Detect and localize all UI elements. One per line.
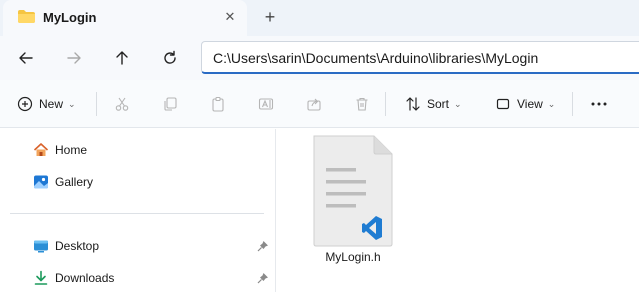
paste-icon (212, 96, 224, 112)
sidebar-item-downloads[interactable]: Downloads (33, 267, 114, 289)
cut-button[interactable] (114, 92, 130, 116)
arrow-right-icon[interactable] (61, 45, 87, 71)
divider (572, 92, 573, 116)
share-icon (307, 98, 321, 111)
more-button[interactable] (590, 92, 608, 116)
desktop-icon (34, 240, 48, 253)
home-icon (33, 143, 49, 156)
new-label: New (39, 97, 64, 111)
sidebar-item-gallery[interactable]: Gallery (33, 171, 93, 193)
more-icon (591, 102, 607, 106)
view-icon (496, 98, 510, 110)
rename-button[interactable] (258, 92, 274, 116)
pin-icon[interactable] (257, 240, 269, 252)
tab-title: MyLogin (43, 10, 97, 25)
pin-icon[interactable] (257, 272, 269, 284)
sidebar-divider (10, 213, 264, 214)
paste-button[interactable] (210, 92, 226, 116)
rename-icon (258, 98, 274, 110)
refresh-icon[interactable] (157, 45, 183, 71)
chevron-down-icon: ⌄ (68, 98, 76, 109)
file-item[interactable]: MyLogin.h (310, 135, 396, 265)
navigation-bar: C:\Users\sarin\Documents\Arduino\librari… (0, 36, 639, 80)
chevron-down-icon: ⌄ (547, 98, 556, 109)
plus-icon[interactable]: + (259, 6, 281, 28)
copy-button[interactable] (162, 92, 178, 116)
divider (385, 92, 386, 116)
navigation-pane: Home Gallery Desktop Downloads (0, 129, 276, 292)
sidebar-item-label: Home (55, 143, 88, 157)
chevron-down-icon: ⌄ (454, 98, 462, 109)
sidebar-item-label: Gallery (55, 175, 94, 189)
tab-bar: MyLogin ✕ + (0, 0, 639, 36)
view-label: View (517, 97, 543, 111)
arrow-left-icon[interactable] (13, 45, 39, 71)
downloads-icon (34, 270, 48, 285)
vscode-file-icon (313, 135, 393, 247)
file-name: MyLogin.h (325, 250, 381, 264)
address-path: C:\Users\sarin\Documents\Arduino\librari… (213, 50, 539, 66)
sidebar-item-desktop[interactable]: Desktop (33, 235, 99, 257)
sort-icon (406, 97, 420, 111)
close-icon[interactable]: ✕ (221, 8, 239, 26)
divider (96, 92, 97, 116)
new-button[interactable]: New ⌄ (17, 92, 76, 116)
copy-icon (164, 97, 177, 111)
arrow-up-icon[interactable] (109, 45, 135, 71)
command-bar: New ⌄ Sort ⌄ View ⌄ (0, 80, 639, 128)
cut-icon (115, 97, 129, 111)
sort-label: Sort (427, 97, 450, 111)
sidebar-item-label: Downloads (55, 271, 115, 285)
address-bar[interactable]: C:\Users\sarin\Documents\Arduino\librari… (201, 41, 639, 74)
gallery-icon (34, 175, 48, 189)
tab-mylogin[interactable]: MyLogin ✕ (3, 0, 247, 36)
delete-button[interactable] (354, 92, 370, 116)
file-list: MyLogin.h (277, 129, 639, 292)
sidebar-item-label: Desktop (55, 239, 100, 253)
view-button[interactable]: View ⌄ (495, 92, 555, 116)
share-button[interactable] (306, 92, 322, 116)
sidebar-item-home[interactable]: Home (33, 139, 87, 161)
trash-icon (356, 97, 368, 111)
folder-icon (18, 10, 35, 23)
new-plus-icon (17, 96, 33, 112)
sort-button[interactable]: Sort ⌄ (405, 92, 462, 116)
